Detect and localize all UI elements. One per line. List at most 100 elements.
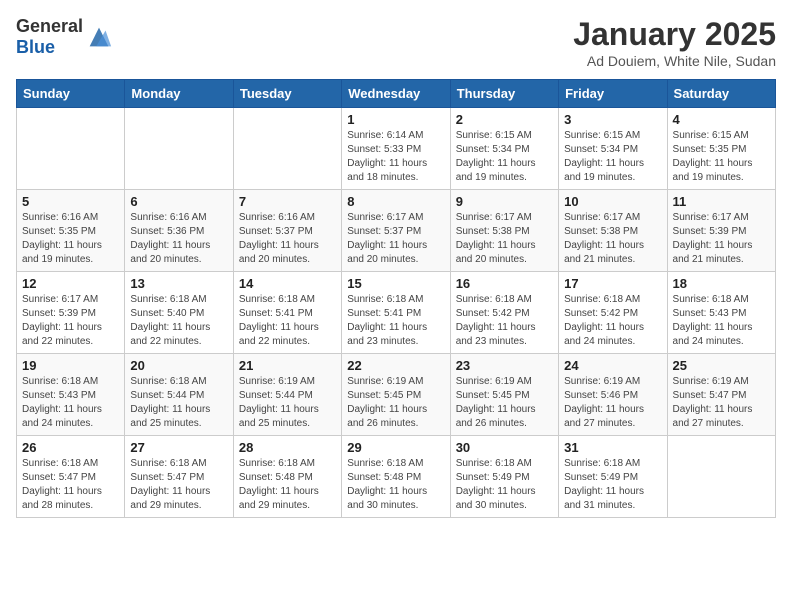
day-info: Sunrise: 6:18 AMSunset: 5:48 PMDaylight:… [239,457,336,513]
calendar-cell: 4Sunrise: 6:15 AMSunset: 5:35 PMDaylight… [667,108,775,190]
logo-general: General [16,16,83,36]
calendar-week-row: 5 Sunrise: 6:16 AMSunset: 5:35 PMDaylight… [17,190,776,272]
day-number: 8 [347,194,444,209]
calendar-header-row: SundayMondayTuesdayWednesdayThursdayFrid… [17,80,776,108]
day-number: 16 [456,276,553,291]
day-info: Sunrise: 6:15 AMSunset: 5:34 PMDaylight:… [456,129,553,185]
day-info: Sunrise: 6:15 AMSunset: 5:34 PMDaylight:… [564,129,661,185]
day-info: Sunrise: 6:17 AMSunset: 5:37 PMDaylight:… [347,211,444,267]
day-number: 1 [347,112,444,127]
calendar-cell: 17 Sunrise: 6:18 AMSunset: 5:42 PMDayligh… [559,272,667,354]
calendar-cell: 26 Sunrise: 6:18 AMSunset: 5:47 PMDayligh… [17,436,125,518]
day-info: Sunrise: 6:17 AMSunset: 5:38 PMDaylight:… [564,211,661,267]
day-info: Sunrise: 6:18 AMSunset: 5:44 PMDaylight:… [130,375,227,431]
day-number: 10 [564,194,661,209]
calendar-cell: 8 Sunrise: 6:17 AMSunset: 5:37 PMDaylight… [342,190,450,272]
day-info: Sunrise: 6:18 AMSunset: 5:48 PMDaylight:… [347,457,444,513]
day-info: Sunrise: 6:18 AMSunset: 5:47 PMDaylight:… [22,457,119,513]
calendar-cell: 25 Sunrise: 6:19 AMSunset: 5:47 PMDayligh… [667,354,775,436]
location-title: Ad Douiem, White Nile, Sudan [573,53,776,69]
weekday-header: Tuesday [233,80,341,108]
calendar-cell: 29Sunrise: 6:18 AMSunset: 5:48 PMDayligh… [342,436,450,518]
calendar-cell: 12Sunrise: 6:17 AMSunset: 5:39 PMDayligh… [17,272,125,354]
calendar-cell: 27Sunrise: 6:18 AMSunset: 5:47 PMDayligh… [125,436,233,518]
day-info: Sunrise: 6:18 AMSunset: 5:42 PMDaylight:… [564,293,661,349]
calendar-cell [233,108,341,190]
title-section: January 2025 Ad Douiem, White Nile, Suda… [573,16,776,69]
day-info: Sunrise: 6:16 AMSunset: 5:36 PMDaylight:… [130,211,227,267]
day-info: Sunrise: 6:16 AMSunset: 5:37 PMDaylight:… [239,211,336,267]
calendar-cell: 9Sunrise: 6:17 AMSunset: 5:38 PMDaylight… [450,190,558,272]
day-number: 25 [673,358,770,373]
calendar-cell: 10 Sunrise: 6:17 AMSunset: 5:38 PMDayligh… [559,190,667,272]
calendar-cell: 7 Sunrise: 6:16 AMSunset: 5:37 PMDaylight… [233,190,341,272]
calendar-week-row: 1 Sunrise: 6:14 AMSunset: 5:33 PMDaylight… [17,108,776,190]
day-info: Sunrise: 6:18 AMSunset: 5:49 PMDaylight:… [456,457,553,513]
day-info: Sunrise: 6:14 AMSunset: 5:33 PMDaylight:… [347,129,444,185]
calendar-cell: 3 Sunrise: 6:15 AMSunset: 5:34 PMDaylight… [559,108,667,190]
day-number: 7 [239,194,336,209]
month-title: January 2025 [573,16,776,53]
day-number: 5 [22,194,119,209]
day-number: 26 [22,440,119,455]
calendar-cell [125,108,233,190]
calendar-cell: 13 Sunrise: 6:18 AMSunset: 5:40 PMDayligh… [125,272,233,354]
weekday-header: Saturday [667,80,775,108]
calendar-cell: 1 Sunrise: 6:14 AMSunset: 5:33 PMDaylight… [342,108,450,190]
day-info: Sunrise: 6:18 AMSunset: 5:43 PMDaylight:… [22,375,119,431]
calendar-cell: 18 Sunrise: 6:18 AMSunset: 5:43 PMDayligh… [667,272,775,354]
day-number: 6 [130,194,227,209]
weekday-header: Monday [125,80,233,108]
calendar-cell: 14Sunrise: 6:18 AMSunset: 5:41 PMDayligh… [233,272,341,354]
day-info: Sunrise: 6:19 AMSunset: 5:45 PMDaylight:… [456,375,553,431]
day-number: 13 [130,276,227,291]
day-number: 2 [456,112,553,127]
day-info: Sunrise: 6:18 AMSunset: 5:41 PMDaylight:… [347,293,444,349]
calendar-cell: 28 Sunrise: 6:18 AMSunset: 5:48 PMDayligh… [233,436,341,518]
calendar-week-row: 19Sunrise: 6:18 AMSunset: 5:43 PMDayligh… [17,354,776,436]
calendar-cell: 23 Sunrise: 6:19 AMSunset: 5:45 PMDayligh… [450,354,558,436]
day-info: Sunrise: 6:18 AMSunset: 5:43 PMDaylight:… [673,293,770,349]
day-number: 14 [239,276,336,291]
day-number: 11 [673,194,770,209]
day-info: Sunrise: 6:19 AMSunset: 5:46 PMDaylight:… [564,375,661,431]
weekday-header: Friday [559,80,667,108]
logo-icon [85,23,113,51]
day-number: 18 [673,276,770,291]
day-number: 24 [564,358,661,373]
day-info: Sunrise: 6:18 AMSunset: 5:42 PMDaylight:… [456,293,553,349]
calendar-cell: 15 Sunrise: 6:18 AMSunset: 5:41 PMDayligh… [342,272,450,354]
day-number: 3 [564,112,661,127]
day-number: 15 [347,276,444,291]
day-info: Sunrise: 6:15 AMSunset: 5:35 PMDaylight:… [673,129,770,185]
calendar-cell [17,108,125,190]
day-number: 30 [456,440,553,455]
day-number: 31 [564,440,661,455]
calendar-cell: 11Sunrise: 6:17 AMSunset: 5:39 PMDayligh… [667,190,775,272]
calendar-cell: 19Sunrise: 6:18 AMSunset: 5:43 PMDayligh… [17,354,125,436]
day-info: Sunrise: 6:18 AMSunset: 5:49 PMDaylight:… [564,457,661,513]
day-number: 28 [239,440,336,455]
calendar-cell [667,436,775,518]
weekday-header: Sunday [17,80,125,108]
calendar-cell: 30 Sunrise: 6:18 AMSunset: 5:49 PMDayligh… [450,436,558,518]
calendar-cell: 6 Sunrise: 6:16 AMSunset: 5:36 PMDaylight… [125,190,233,272]
calendar-cell: 2 Sunrise: 6:15 AMSunset: 5:34 PMDaylight… [450,108,558,190]
calendar-cell: 20 Sunrise: 6:18 AMSunset: 5:44 PMDayligh… [125,354,233,436]
calendar-cell: 31 Sunrise: 6:18 AMSunset: 5:49 PMDayligh… [559,436,667,518]
calendar-cell: 24 Sunrise: 6:19 AMSunset: 5:46 PMDayligh… [559,354,667,436]
calendar-cell: 5 Sunrise: 6:16 AMSunset: 5:35 PMDaylight… [17,190,125,272]
day-info: Sunrise: 6:19 AMSunset: 5:44 PMDaylight:… [239,375,336,431]
day-info: Sunrise: 6:18 AMSunset: 5:40 PMDaylight:… [130,293,227,349]
day-number: 12 [22,276,119,291]
day-number: 22 [347,358,444,373]
page-header: General Blue January 2025 Ad Douiem, Whi… [16,16,776,69]
day-number: 27 [130,440,227,455]
day-info: Sunrise: 6:16 AMSunset: 5:35 PMDaylight:… [22,211,119,267]
day-number: 21 [239,358,336,373]
day-info: Sunrise: 6:19 AMSunset: 5:47 PMDaylight:… [673,375,770,431]
day-number: 23 [456,358,553,373]
day-number: 17 [564,276,661,291]
day-number: 9 [456,194,553,209]
day-number: 20 [130,358,227,373]
